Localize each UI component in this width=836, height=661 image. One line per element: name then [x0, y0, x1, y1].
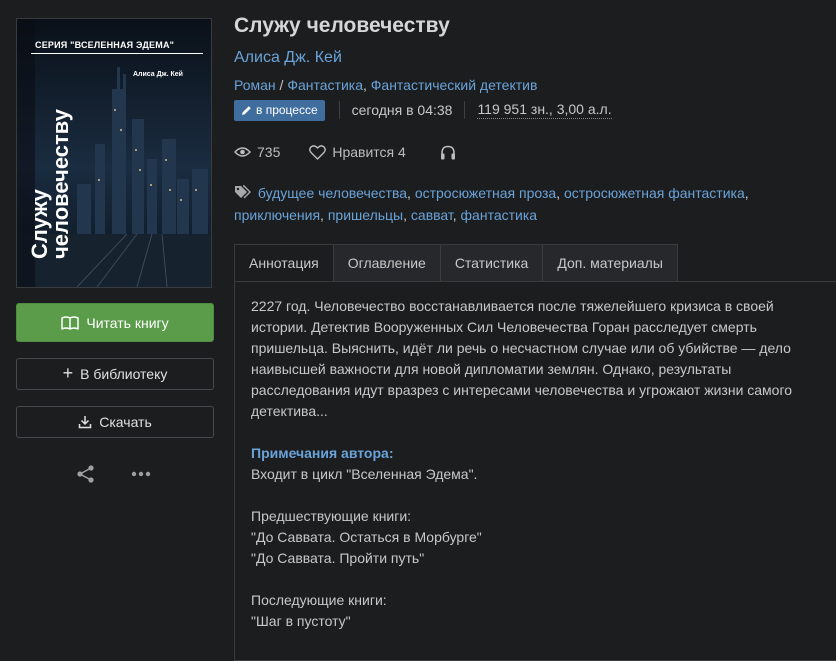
tab-annotation[interactable]: Аннотация [234, 244, 334, 282]
annotation-text: 2227 год. Человечество восстанавливается… [251, 298, 793, 419]
headphones-icon [440, 145, 455, 159]
previous-books-title: Предшествующие книги: [251, 508, 412, 524]
previous-book: "До Саввата. Остаться в Морбурге" [251, 529, 482, 545]
book-meta: в процессе сегодня в 04:38 119 951 зн., … [234, 99, 612, 121]
tag-link[interactable]: савват [411, 207, 453, 223]
cover-title: Служу человечеству [27, 109, 73, 259]
cover-series-underline [31, 53, 203, 54]
like-button[interactable]: Нравится 4 [309, 144, 406, 160]
next-book: "Шаг в пустоту" [251, 613, 351, 629]
previous-book: "До Саввата. Пройти путь" [251, 550, 425, 566]
book-icon [61, 315, 80, 330]
tag-link[interactable]: остросюжетная проза [415, 185, 556, 201]
cover-title-line1: Служу [27, 189, 52, 259]
genre-link[interactable]: Фантастика [287, 77, 363, 93]
tag-link[interactable]: будущее человечества [258, 185, 407, 201]
cover-title-line2: человечеству [48, 109, 73, 259]
tag-link[interactable]: приключения [234, 207, 320, 223]
next-books-title: Последующие книги: [251, 592, 387, 608]
cover-series: СЕРИЯ "ВСЕЛЕННАЯ ЭДЕМА" [35, 40, 175, 50]
download-icon [79, 416, 92, 429]
heart-icon [309, 144, 327, 160]
add-to-library-label: В библиотеку [80, 366, 168, 382]
author-notes-text: Входит в цикл "Вселенная Эдема". [251, 466, 478, 482]
download-button[interactable]: Скачать [16, 406, 214, 438]
more-options-icon[interactable] [130, 463, 152, 485]
tab-contents[interactable]: Оглавление [332, 244, 441, 282]
tab-extra-materials[interactable]: Доп. материалы [542, 244, 678, 282]
likes-label: Нравится 4 [332, 144, 406, 160]
add-to-library-button[interactable]: + В библиотеку [16, 358, 214, 390]
author-link[interactable]: Алиса Дж. Кей [234, 49, 342, 67]
meta-divider [338, 101, 340, 119]
share-icon[interactable] [75, 463, 97, 485]
update-time: сегодня в 04:38 [351, 102, 453, 118]
cover-author: Алиса Дж. Кей [133, 71, 183, 78]
book-title: Служу человечеству [234, 14, 450, 37]
plus-icon: + [62, 363, 74, 383]
views-count: 735 [257, 144, 281, 160]
book-cover[interactable]: СЕРИЯ "ВСЕЛЕННАЯ ЭДЕМА" Алиса Дж. Кей Сл… [16, 18, 212, 288]
eye-icon [234, 147, 251, 157]
tag-icon [235, 185, 251, 199]
author-notes-title: Примечания автора: [251, 445, 394, 461]
book-size: 119 951 зн., 3,00 а.л. [477, 101, 612, 119]
status-badge: в процессе [234, 99, 325, 121]
tag-link[interactable]: пришельцы [328, 207, 403, 223]
views-stat: 735 [234, 144, 280, 160]
book-tabs: Аннотация Оглавление Статистика Доп. мат… [234, 244, 678, 282]
annotation-panel: 2227 год. Человечество восстанавливается… [234, 281, 836, 661]
tag-list: будущее человечества, остросюжетная проз… [234, 185, 749, 223]
status-label: в процессе [256, 103, 318, 117]
pencil-icon [242, 105, 251, 115]
genre-link[interactable]: Фантастический детектив [371, 77, 538, 93]
download-label: Скачать [99, 414, 152, 430]
tag-link[interactable]: фантастика [461, 207, 538, 223]
genre-link[interactable]: Роман [234, 77, 276, 93]
book-stats: 735 Нравится 4 [234, 144, 456, 160]
meta-divider [464, 101, 466, 119]
tab-statistics[interactable]: Статистика [439, 244, 544, 282]
read-book-label: Читать книгу [86, 314, 169, 331]
tag-link[interactable]: остросюжетная фантастика [564, 185, 745, 201]
read-book-button[interactable]: Читать книгу [16, 303, 214, 342]
audio-button[interactable] [440, 145, 456, 160]
genre-list: Роман / Фантастика, Фантастический детек… [234, 77, 538, 93]
